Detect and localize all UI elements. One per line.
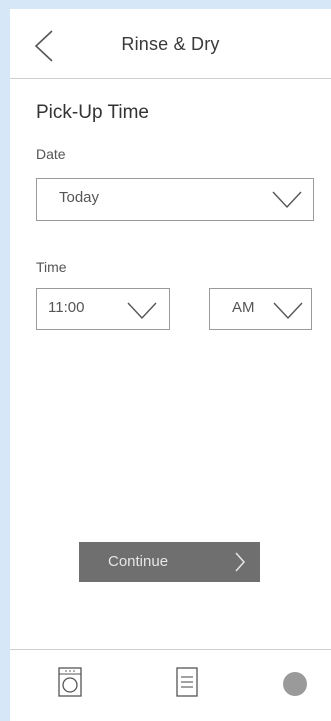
app-screen: Rinse & Dry Pick-Up Time Date Today Time…	[10, 9, 331, 721]
page-title: Rinse & Dry	[121, 34, 220, 54]
chevron-down-icon	[127, 302, 157, 320]
chevron-down-icon	[272, 191, 302, 209]
period-select[interactable]: AM	[209, 288, 312, 330]
time-select-value: 11:00	[48, 299, 85, 316]
header-bar: Rinse & Dry	[10, 9, 331, 79]
tab-orders[interactable]	[176, 667, 198, 702]
tab-profile[interactable]	[282, 671, 308, 702]
date-select[interactable]: Today	[36, 178, 314, 221]
time-select[interactable]: 11:00	[36, 288, 170, 330]
washing-machine-icon	[58, 667, 82, 697]
continue-button[interactable]: Continue	[79, 542, 260, 582]
time-label: Time	[36, 259, 67, 275]
chevron-right-icon	[235, 552, 246, 572]
date-select-value: Today	[59, 189, 100, 206]
list-document-icon	[176, 667, 198, 697]
profile-circle-icon	[283, 672, 307, 696]
date-label: Date	[36, 146, 66, 162]
chevron-down-icon	[273, 302, 303, 320]
period-select-value: AM	[232, 299, 255, 316]
continue-button-label: Continue	[108, 553, 169, 570]
tab-washer[interactable]	[58, 667, 82, 702]
bottom-tab-bar	[10, 649, 331, 721]
section-title: Pick-Up Time	[36, 102, 149, 123]
